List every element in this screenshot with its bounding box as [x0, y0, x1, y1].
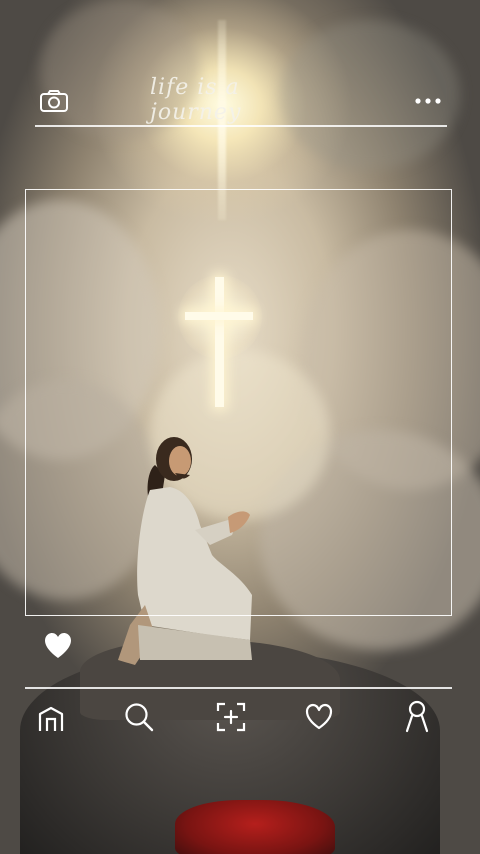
profile-icon — [405, 700, 429, 733]
like-button[interactable] — [40, 628, 76, 664]
heart-outline-icon — [305, 703, 333, 730]
red-cloth — [175, 800, 335, 854]
camera-button[interactable] — [36, 86, 72, 116]
nav-divider — [25, 687, 452, 689]
header-divider — [35, 125, 447, 127]
nav-likes[interactable] — [300, 698, 338, 736]
more-dots-icon — [415, 98, 441, 104]
camera-icon — [40, 90, 68, 112]
search-icon — [125, 703, 154, 732]
home-icon — [38, 706, 64, 731]
photo-frame — [25, 189, 452, 616]
app-title: life is a journey — [150, 75, 242, 125]
more-options-button[interactable] — [410, 88, 446, 114]
heart-icon — [45, 633, 71, 658]
nav-search[interactable] — [120, 698, 158, 736]
nav-add-post[interactable] — [212, 698, 250, 736]
app-screen: life is a journey — [0, 0, 480, 854]
nav-home[interactable] — [32, 700, 70, 738]
add-post-icon — [216, 702, 246, 732]
nav-profile[interactable] — [398, 696, 436, 736]
